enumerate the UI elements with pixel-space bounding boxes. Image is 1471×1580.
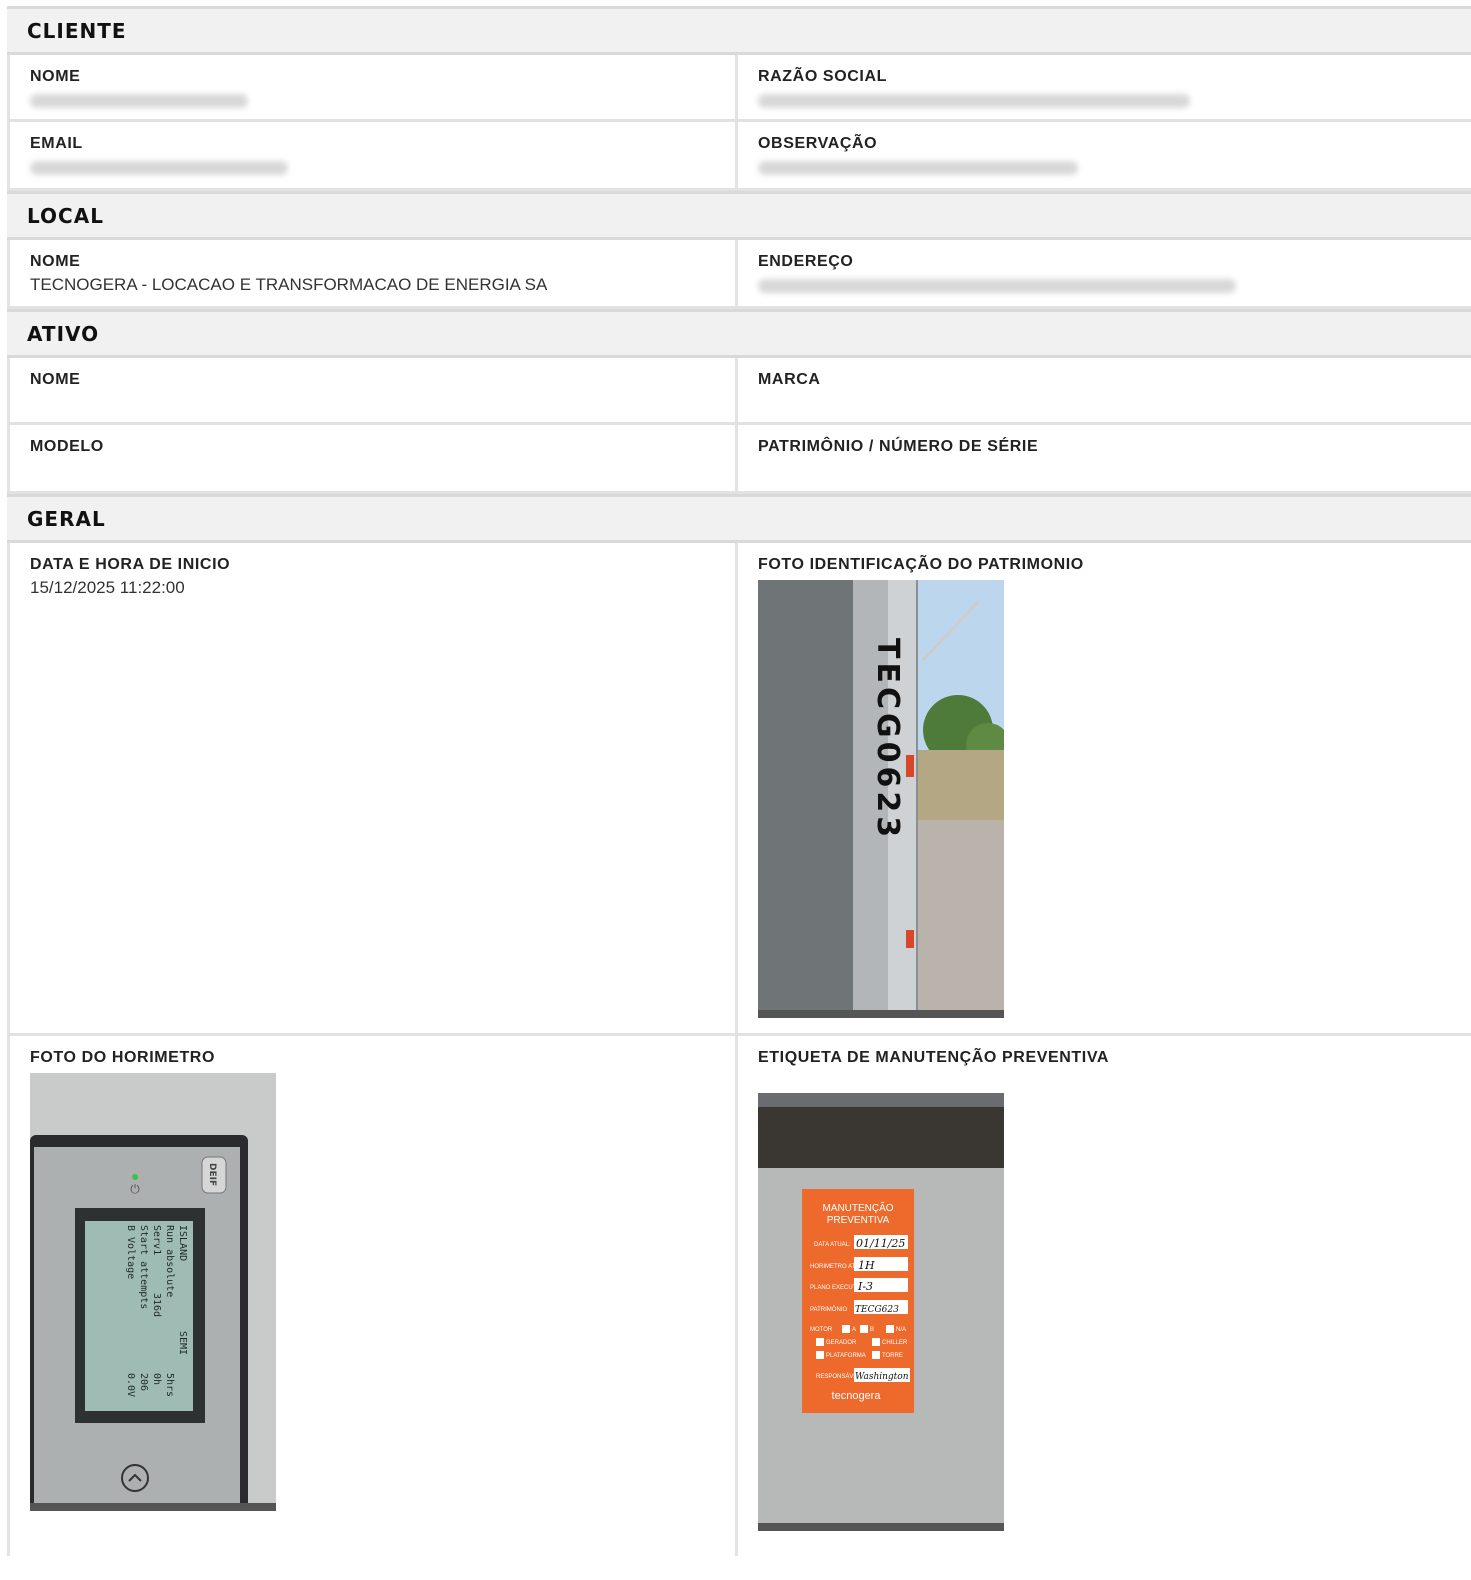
ativo-marca-field: MARCA <box>738 358 1471 422</box>
field-label: FOTO IDENTIFICAÇÃO DO PATRIMONIO <box>758 556 1084 573</box>
field-row: MODELO PATRIMÔNIO / NÚMERO DE SÉRIE <box>7 425 1471 494</box>
label-title: PREVENTIVA <box>827 1215 890 1226</box>
report: CLIENTE NOME RAZÃO SOCIAL EMAIL OBSERVAÇ… <box>7 6 1471 1556</box>
photo-patrimonio[interactable]: TECG0623 <box>758 580 1004 1018</box>
redacted-value <box>758 94 1190 108</box>
patrimonio-marking: TECG0623 <box>870 638 905 841</box>
handwritten-value: TECG623 <box>855 1305 899 1315</box>
section-title: LOCAL <box>27 203 104 228</box>
label-field: A <box>852 1327 856 1333</box>
label-field: PATRIMÔNIO <box>810 1306 847 1313</box>
screen-text: Start attempts <box>138 1225 149 1309</box>
ativo-modelo-field: MODELO <box>7 425 738 491</box>
redacted-value <box>30 161 288 175</box>
screen-text: 5hrs <box>164 1373 175 1397</box>
geral-data-field: DATA E HORA DE INICIO 15/12/2025 11:22:0… <box>7 543 738 1033</box>
field-label: NOME <box>30 253 81 270</box>
field-row: EMAIL OBSERVAÇÃO <box>7 122 1471 191</box>
field-label: DATA E HORA DE INICIO <box>30 556 231 573</box>
field-row: NOME RAZÃO SOCIAL <box>7 55 1471 122</box>
screen-text: ISLAND <box>177 1225 188 1261</box>
label-field: TORRE <box>882 1353 903 1359</box>
field-row: DATA E HORA DE INICIO 15/12/2025 11:22:0… <box>7 543 1471 1036</box>
label-field: MOTOR <box>810 1327 833 1333</box>
section-ativo-header: ATIVO <box>7 309 1471 358</box>
section-title: GERAL <box>27 506 106 531</box>
redacted-value <box>30 94 248 108</box>
local-endereco-field: ENDEREÇO <box>738 240 1471 306</box>
cliente-email-field: EMAIL <box>7 122 738 188</box>
label-field: PLATAFORMA <box>826 1353 866 1359</box>
field-value: TECNOGERA - LOCACAO E TRANSFORMACAO DE E… <box>30 275 548 294</box>
field-label: RAZÃO SOCIAL <box>758 68 887 85</box>
field-label: EMAIL <box>30 135 83 152</box>
redacted-value <box>758 279 1236 293</box>
section-title: ATIVO <box>27 321 100 346</box>
handwritten-value: Washington <box>855 1372 909 1382</box>
label-title: MANUTENÇÃO <box>822 1201 893 1214</box>
field-label: NOME <box>30 371 81 388</box>
cliente-nome-field: NOME <box>7 55 738 119</box>
field-label: OBSERVAÇÃO <box>758 135 878 152</box>
geral-foto-horimetro-field: FOTO DO HORIMETRO ⏻ DEIF ISLAND Run abso… <box>7 1036 738 1556</box>
label-field: CHILLER <box>882 1340 908 1346</box>
field-label: ENDEREÇO <box>758 253 854 270</box>
screen-text: SEMI <box>177 1331 188 1355</box>
screen-text: B Voltage <box>125 1225 136 1279</box>
geral-foto-patrimonio-field: FOTO IDENTIFICAÇÃO DO PATRIMONIO TECG062… <box>738 543 1471 1033</box>
field-row: NOME TECNOGERA - LOCACAO E TRANSFORMACAO… <box>7 240 1471 309</box>
field-label: NOME <box>30 68 81 85</box>
screen-text: 206 <box>138 1373 149 1391</box>
handwritten-value: 1H <box>858 1259 875 1272</box>
local-nome-field: NOME TECNOGERA - LOCACAO E TRANSFORMACAO… <box>7 240 738 306</box>
field-label: MARCA <box>758 371 821 388</box>
photo-etiqueta[interactable]: MANUTENÇÃO PREVENTIVA DATA ATUAL: HORIME… <box>758 1093 1004 1531</box>
section-title: CLIENTE <box>27 18 127 43</box>
handwritten-value: I-3 <box>857 1280 873 1293</box>
label-field: N/A <box>896 1327 906 1333</box>
handwritten-value: 01/11/25 <box>856 1237 905 1250</box>
screen-text: 0h <box>151 1373 162 1385</box>
field-label: ETIQUETA DE MANUTENÇÃO PREVENTIVA <box>758 1049 1110 1066</box>
cliente-observacao-field: OBSERVAÇÃO <box>738 122 1471 188</box>
screen-text: Serv1 <box>151 1225 162 1255</box>
field-row: FOTO DO HORIMETRO ⏻ DEIF ISLAND Run abso… <box>7 1036 1471 1556</box>
redacted-value <box>758 161 1078 175</box>
field-row: NOME MARCA <box>7 358 1471 425</box>
label-field: B <box>870 1327 874 1333</box>
label-field: GERADOR <box>826 1340 857 1346</box>
svg-text:⏻: ⏻ <box>130 1182 140 1196</box>
cliente-razao-field: RAZÃO SOCIAL <box>738 55 1471 119</box>
section-geral-header: GERAL <box>7 494 1471 543</box>
tecnogera-logo: tecnogera <box>832 1390 882 1402</box>
ativo-patrimonio-field: PATRIMÔNIO / NÚMERO DE SÉRIE <box>738 425 1471 491</box>
photo-horimetro[interactable]: ⏻ DEIF ISLAND Run absolute Serv1 Start a… <box>30 1073 276 1511</box>
section-cliente-header: CLIENTE <box>7 6 1471 55</box>
screen-text: 316d <box>151 1293 162 1317</box>
field-label: PATRIMÔNIO / NÚMERO DE SÉRIE <box>758 438 1039 455</box>
field-value: 15/12/2025 11:22:00 <box>30 578 185 597</box>
field-label: MODELO <box>30 438 104 455</box>
geral-etiqueta-field: ETIQUETA DE MANUTENÇÃO PREVENTIVA MANUTE… <box>738 1036 1471 1556</box>
field-label: FOTO DO HORIMETRO <box>30 1049 216 1066</box>
screen-text: 0.0V <box>125 1373 136 1397</box>
deif-logo: DEIF <box>207 1163 217 1186</box>
screen-text: Run absolute <box>164 1225 175 1297</box>
section-local-header: LOCAL <box>7 191 1471 240</box>
ativo-nome-field: NOME <box>7 358 738 422</box>
label-field: DATA ATUAL: <box>814 1242 851 1248</box>
